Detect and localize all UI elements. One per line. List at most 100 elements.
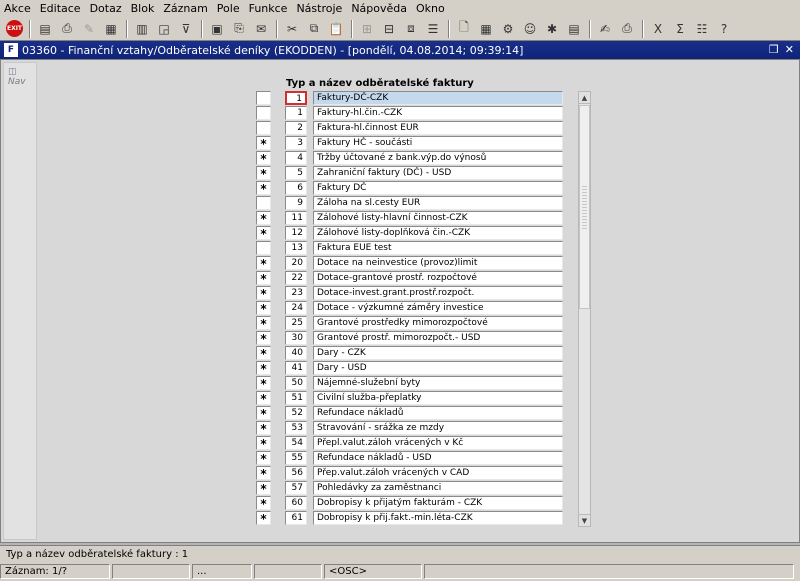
row-flag[interactable]: * xyxy=(256,436,271,451)
row-flag[interactable]: * xyxy=(256,451,271,466)
invoice-type-name[interactable]: Zálohové listy-doplňková čin.-CZK xyxy=(313,226,563,240)
row-flag[interactable]: * xyxy=(256,391,271,406)
invoice-type-name[interactable]: Tržby účtované z bank.výp.do výnosů xyxy=(313,151,563,165)
notes-icon[interactable]: ▤ xyxy=(565,20,583,38)
row-flag[interactable]: * xyxy=(256,421,271,436)
invoice-type-name[interactable]: Dobropisy k přij.fakt.-min.léta-CZK xyxy=(313,511,563,525)
invoice-type-name[interactable]: Přepl.valut.záloh vrácených v Kč xyxy=(313,436,563,450)
invoice-type-name[interactable]: Stravování - srážka ze mzdy xyxy=(313,421,563,435)
invoice-type-name[interactable]: Nájemné-služební byty xyxy=(313,376,563,390)
invoice-type-number[interactable]: 61 xyxy=(285,511,307,525)
insert-record-icon[interactable]: ⊞ xyxy=(358,20,376,38)
enter-query-icon[interactable]: ◲ xyxy=(155,20,173,38)
row-flag[interactable] xyxy=(256,196,271,210)
invoice-type-name[interactable]: Faktury DČ xyxy=(313,181,563,195)
invoice-type-number[interactable]: 60 xyxy=(285,496,307,510)
document-icon[interactable]: 🗋 xyxy=(455,20,473,38)
row-flag[interactable] xyxy=(256,121,271,135)
scrollbar-thumb[interactable] xyxy=(579,105,590,309)
row-flag[interactable]: * xyxy=(256,286,271,301)
invoice-type-name[interactable]: Faktury-DČ-CZK xyxy=(313,91,563,105)
record-icon[interactable]: ▥ xyxy=(133,20,151,38)
row-flag[interactable]: * xyxy=(256,226,271,241)
nav-panel[interactable]: ◫ Nav xyxy=(3,62,37,540)
invoice-type-name[interactable]: Faktury HČ - součásti xyxy=(313,136,563,150)
menu-item-4[interactable]: Záznam xyxy=(163,2,207,15)
row-flag[interactable]: * xyxy=(256,256,271,271)
settings-icon[interactable]: ⚙ xyxy=(499,20,517,38)
invoice-type-name[interactable]: Zahraniční faktury (DČ) - USD xyxy=(313,166,563,180)
row-flag[interactable]: * xyxy=(256,301,271,316)
row-flag[interactable]: * xyxy=(256,361,271,376)
excel-icon[interactable]: X xyxy=(649,20,667,38)
invoice-type-number[interactable]: 56 xyxy=(285,466,307,480)
row-flag[interactable]: * xyxy=(256,376,271,391)
invoice-type-name[interactable]: Přep.valut.záloh vrácených v CAD xyxy=(313,466,563,480)
row-flag[interactable]: * xyxy=(256,406,271,421)
invoice-type-number[interactable]: 12 xyxy=(285,226,307,240)
invoice-type-name[interactable]: Dary - CZK xyxy=(313,346,563,360)
row-flag[interactable]: * xyxy=(256,271,271,286)
row-flag[interactable]: * xyxy=(256,511,271,526)
invoice-type-number[interactable]: 52 xyxy=(285,406,307,420)
duplicate-icon[interactable]: ⧈ xyxy=(402,20,420,38)
invoice-type-number[interactable]: 4 xyxy=(285,151,307,165)
invoice-type-number[interactable]: 1 xyxy=(285,106,307,120)
print-record-icon[interactable]: ⎘ xyxy=(230,20,248,38)
menu-item-3[interactable]: Blok xyxy=(131,2,155,15)
clear-icon[interactable]: ✎ xyxy=(80,20,98,38)
tools-icon[interactable]: ✱ xyxy=(543,20,561,38)
invoice-type-name[interactable]: Dotace na neinvestice (provoz)limit xyxy=(313,256,563,270)
lov-icon[interactable]: ☰ xyxy=(424,20,442,38)
row-flag[interactable]: * xyxy=(256,331,271,346)
invoice-type-number[interactable]: 40 xyxy=(285,346,307,360)
block-icon[interactable]: ▦ xyxy=(102,20,120,38)
row-flag[interactable]: * xyxy=(256,211,271,226)
row-flag[interactable] xyxy=(256,241,271,255)
invoice-type-number[interactable]: 50 xyxy=(285,376,307,390)
scroll-down-icon[interactable]: ▼ xyxy=(579,514,590,526)
menu-item-0[interactable]: Akce xyxy=(4,2,31,15)
invoice-type-number[interactable]: 11 xyxy=(285,211,307,225)
invoice-type-name[interactable]: Refundace nákladů xyxy=(313,406,563,420)
row-flag[interactable]: * xyxy=(256,181,271,196)
invoice-type-number[interactable]: 9 xyxy=(285,196,307,210)
row-flag[interactable]: * xyxy=(256,166,271,181)
invoice-type-name[interactable]: Dotace-grantové prostř. rozpočtové xyxy=(313,271,563,285)
row-flag[interactable]: * xyxy=(256,316,271,331)
invoice-type-number[interactable]: 23 xyxy=(285,286,307,300)
cut-icon[interactable]: ✂ xyxy=(283,20,301,38)
exit-button[interactable]: EXIT xyxy=(6,20,23,37)
invoice-type-name[interactable]: Pohledávky za zaměstnanci xyxy=(313,481,563,495)
invoice-type-number[interactable]: 24 xyxy=(285,301,307,315)
delete-record-icon[interactable]: ⊟ xyxy=(380,20,398,38)
print-icon[interactable]: ⎙ xyxy=(58,20,76,38)
invoice-type-number[interactable]: 55 xyxy=(285,451,307,465)
help-icon[interactable]: ? xyxy=(715,20,733,38)
row-flag[interactable]: * xyxy=(256,151,271,166)
invoice-type-number[interactable]: 57 xyxy=(285,481,307,495)
menu-item-7[interactable]: Nástroje xyxy=(296,2,342,15)
copy-icon[interactable]: ⧉ xyxy=(305,20,323,38)
row-flag[interactable]: * xyxy=(256,481,271,496)
menu-item-1[interactable]: Editace xyxy=(40,2,81,15)
invoice-type-number[interactable]: 6 xyxy=(285,181,307,195)
scroll-up-icon[interactable]: ▲ xyxy=(579,92,590,104)
invoice-type-number[interactable]: 41 xyxy=(285,361,307,375)
invoice-type-number[interactable]: 54 xyxy=(285,436,307,450)
edit-icon[interactable]: ✍ xyxy=(596,20,614,38)
invoice-type-name[interactable]: Zálohové listy-hlavní činnost-CZK xyxy=(313,211,563,225)
menu-item-5[interactable]: Pole xyxy=(217,2,240,15)
row-flag[interactable] xyxy=(256,106,271,120)
row-flag[interactable]: * xyxy=(256,346,271,361)
invoice-type-name[interactable]: Refundace nákladů - USD xyxy=(313,451,563,465)
user-icon[interactable]: ☺ xyxy=(521,20,539,38)
print-preview-icon[interactable]: ⎙ xyxy=(618,20,636,38)
sum-icon[interactable]: Σ xyxy=(671,20,689,38)
invoice-type-number[interactable]: 13 xyxy=(285,241,307,255)
invoice-type-number[interactable]: 1 xyxy=(285,91,307,105)
menu-item-2[interactable]: Dotaz xyxy=(90,2,122,15)
paste-icon[interactable]: 📋 xyxy=(327,20,345,38)
row-flag[interactable] xyxy=(256,91,271,105)
menu-item-6[interactable]: Funkce xyxy=(249,2,288,15)
